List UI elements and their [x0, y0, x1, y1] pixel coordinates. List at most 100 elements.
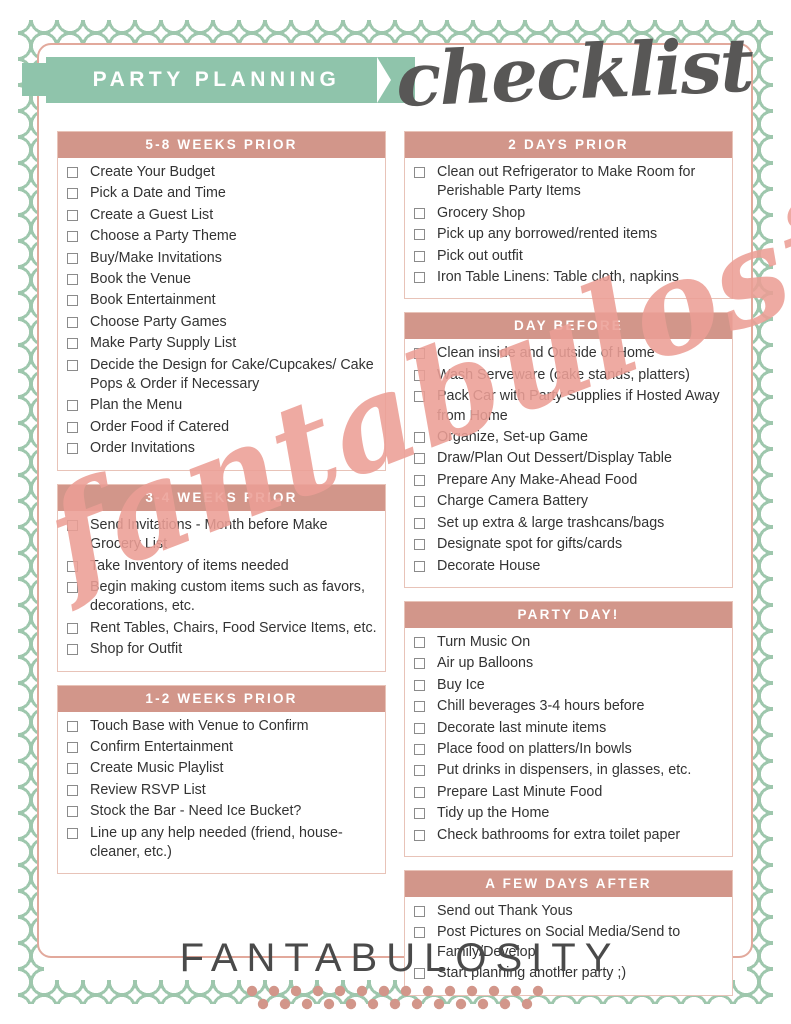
checkbox-icon[interactable] [67, 400, 78, 412]
checklist-item[interactable]: Create a Guest List [58, 206, 385, 225]
checkbox-icon[interactable] [67, 720, 78, 732]
checkbox-icon[interactable] [67, 443, 78, 455]
checklist-item[interactable]: Tidy up the Home [405, 804, 732, 823]
checkbox-icon[interactable] [414, 207, 425, 219]
checkbox-icon[interactable] [67, 763, 78, 775]
checkbox-icon[interactable] [67, 295, 78, 307]
checkbox-icon[interactable] [414, 786, 425, 798]
checklist-item[interactable]: Pick a Date and Time [58, 184, 385, 203]
checkbox-icon[interactable] [67, 519, 78, 531]
checkbox-icon[interactable] [67, 316, 78, 328]
checklist-item[interactable]: Line up any help needed (friend, house-c… [58, 824, 385, 863]
checkbox-icon[interactable] [67, 274, 78, 286]
checklist-item[interactable]: Organize, Set-up Game [405, 428, 732, 447]
checkbox-icon[interactable] [414, 560, 425, 572]
checklist-item[interactable]: Prepare Last Minute Food [405, 783, 732, 802]
checkbox-icon[interactable] [414, 679, 425, 691]
checklist-item[interactable]: Book Entertainment [58, 291, 385, 310]
checklist-item[interactable]: Set up extra & large trashcans/bags [405, 514, 732, 533]
checklist-item[interactable]: Order Food if Catered [58, 418, 385, 437]
checklist-item[interactable]: Review RSVP List [58, 781, 385, 800]
checkbox-icon[interactable] [67, 741, 78, 753]
checkbox-icon[interactable] [67, 806, 78, 818]
checkbox-icon[interactable] [67, 581, 78, 593]
checklist-item[interactable]: Buy Ice [405, 676, 732, 695]
checkbox-icon[interactable] [67, 231, 78, 243]
checkbox-icon[interactable] [67, 338, 78, 350]
checkbox-icon[interactable] [414, 229, 425, 241]
checklist-item[interactable]: Begin making custom items such as favors… [58, 578, 385, 617]
checklist-item[interactable]: Pick up any borrowed/rented items [405, 225, 732, 244]
checklist-item[interactable]: Put drinks in dispensers, in glasses, et… [405, 761, 732, 780]
checkbox-icon[interactable] [414, 765, 425, 777]
checkbox-icon[interactable] [414, 369, 425, 381]
checklist-item[interactable]: Clean out Refrigerator to Make Room for … [405, 163, 732, 202]
checklist-item[interactable]: Buy/Make Invitations [58, 249, 385, 268]
checkbox-icon[interactable] [414, 636, 425, 648]
checkbox-icon[interactable] [414, 701, 425, 713]
checkbox-icon[interactable] [67, 252, 78, 264]
checkbox-icon[interactable] [414, 658, 425, 670]
checklist-item[interactable]: Draw/Plan Out Dessert/Display Table [405, 449, 732, 468]
checkbox-icon[interactable] [414, 432, 425, 444]
checklist-item[interactable]: Grocery Shop [405, 204, 732, 223]
checkbox-icon[interactable] [414, 905, 425, 917]
checkbox-icon[interactable] [414, 272, 425, 284]
checklist-item[interactable]: Prepare Any Make-Ahead Food [405, 471, 732, 490]
checkbox-icon[interactable] [414, 348, 425, 360]
checklist-item[interactable]: Rent Tables, Chairs, Food Service Items,… [58, 619, 385, 638]
checklist-item[interactable]: Send out Thank Yous [405, 902, 732, 921]
checkbox-icon[interactable] [414, 391, 425, 403]
checklist-item[interactable]: Confirm Entertainment [58, 738, 385, 757]
checklist-item[interactable]: Decorate House [405, 557, 732, 576]
checklist-item[interactable]: Air up Balloons [405, 654, 732, 673]
checklist-item[interactable]: Decorate last minute items [405, 719, 732, 738]
checklist-item[interactable]: Pack Car with Party Supplies if Hosted A… [405, 387, 732, 426]
checkbox-icon[interactable] [414, 250, 425, 262]
checklist-item[interactable]: Send Invitations - Month before Make Gro… [58, 516, 385, 555]
checklist-item[interactable]: Pick out outfit [405, 247, 732, 266]
checklist-item[interactable]: Place food on platters/In bowls [405, 740, 732, 759]
checklist-item[interactable]: Chill beverages 3-4 hours before [405, 697, 732, 716]
checklist-item[interactable]: Create Your Budget [58, 163, 385, 182]
checkbox-icon[interactable] [67, 167, 78, 178]
checklist-item[interactable]: Decide the Design for Cake/Cupcakes/ Cak… [58, 356, 385, 395]
checklist-item[interactable]: Order Invitations [58, 439, 385, 458]
checkbox-icon[interactable] [414, 474, 425, 486]
checklist-item[interactable]: Plan the Menu [58, 396, 385, 415]
checklist-item[interactable]: Iron Table Linens: Table cloth, napkins [405, 268, 732, 287]
checklist-item[interactable]: Stock the Bar - Need Ice Bucket? [58, 802, 385, 821]
checklist-item[interactable]: Check bathrooms for extra toilet paper [405, 826, 732, 845]
checkbox-icon[interactable] [67, 827, 78, 839]
checklist-item[interactable]: Touch Base with Venue to Confirm [58, 717, 385, 736]
checkbox-icon[interactable] [414, 808, 425, 820]
checklist-item[interactable]: Charge Camera Battery [405, 492, 732, 511]
checkbox-icon[interactable] [414, 517, 425, 529]
checkbox-icon[interactable] [67, 560, 78, 572]
checkbox-icon[interactable] [414, 167, 425, 178]
checkbox-icon[interactable] [414, 539, 425, 551]
checkbox-icon[interactable] [414, 453, 425, 465]
checkbox-icon[interactable] [414, 743, 425, 755]
checkbox-icon[interactable] [67, 644, 78, 656]
checkbox-icon[interactable] [67, 209, 78, 221]
checkbox-icon[interactable] [414, 829, 425, 841]
checklist-item[interactable]: Choose Party Games [58, 313, 385, 332]
checkbox-icon[interactable] [67, 421, 78, 433]
checkbox-icon[interactable] [414, 722, 425, 734]
checklist-item[interactable]: Make Party Supply List [58, 334, 385, 353]
checklist-item[interactable]: Create Music Playlist [58, 759, 385, 778]
checklist-item[interactable]: Turn Music On [405, 633, 732, 652]
checklist-item[interactable]: Clean inside and Outside of Home [405, 344, 732, 363]
checklist-item[interactable]: Choose a Party Theme [58, 227, 385, 246]
checklist-item[interactable]: Take Inventory of items needed [58, 557, 385, 576]
checkbox-icon[interactable] [414, 496, 425, 508]
checklist-item[interactable]: Designate spot for gifts/cards [405, 535, 732, 554]
checklist-item[interactable]: Shop for Outfit [58, 640, 385, 659]
checkbox-icon[interactable] [67, 784, 78, 796]
checkbox-icon[interactable] [67, 188, 78, 200]
checkbox-icon[interactable] [67, 359, 78, 371]
checklist-item[interactable]: Wash Serveware (cake stands, platters) [405, 366, 732, 385]
checkbox-icon[interactable] [67, 622, 78, 634]
checklist-item[interactable]: Book the Venue [58, 270, 385, 289]
